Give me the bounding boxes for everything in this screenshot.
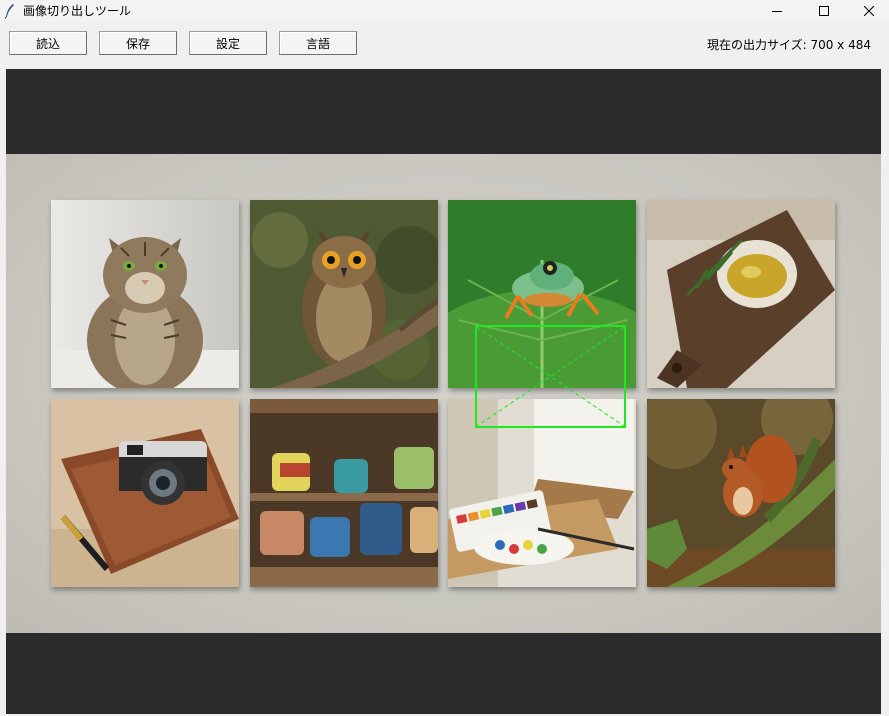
loaded-image[interactable] [6, 154, 881, 633]
title-bar: 画像切り出しツール [0, 0, 889, 22]
minimize-button[interactable] [754, 0, 800, 22]
output-size-label: 現在の出力サイズ: 700 x 484 [706, 38, 871, 52]
settings-button[interactable]: 設定 [189, 31, 267, 55]
maximize-button[interactable] [801, 0, 847, 22]
close-button[interactable] [846, 0, 889, 22]
photo-owl [250, 200, 438, 388]
photo-camera [51, 399, 239, 587]
language-button[interactable]: 言語 [279, 31, 357, 55]
selection-guides [476, 326, 625, 427]
maximize-icon [819, 6, 829, 16]
toolbar: 読込 保存 設定 言語 現在の出力サイズ: 700 x 484 [0, 22, 889, 69]
window-title: 画像切り出しツール [23, 4, 132, 18]
minimize-icon [772, 11, 782, 12]
image-canvas[interactable] [6, 69, 881, 714]
load-button[interactable]: 読込 [9, 31, 87, 55]
photo-cat [51, 200, 239, 388]
photo-mugs [250, 399, 438, 587]
photo-olive-oil [647, 200, 835, 388]
photo-squirrel [647, 399, 835, 587]
app-window: 画像切り出しツール 読込 保存 設定 言語 現在の出力サイズ: 700 x 48… [0, 0, 889, 716]
save-button[interactable]: 保存 [99, 31, 177, 55]
crop-selection[interactable] [475, 325, 626, 428]
close-icon [864, 6, 874, 16]
feather-icon [4, 4, 14, 19]
